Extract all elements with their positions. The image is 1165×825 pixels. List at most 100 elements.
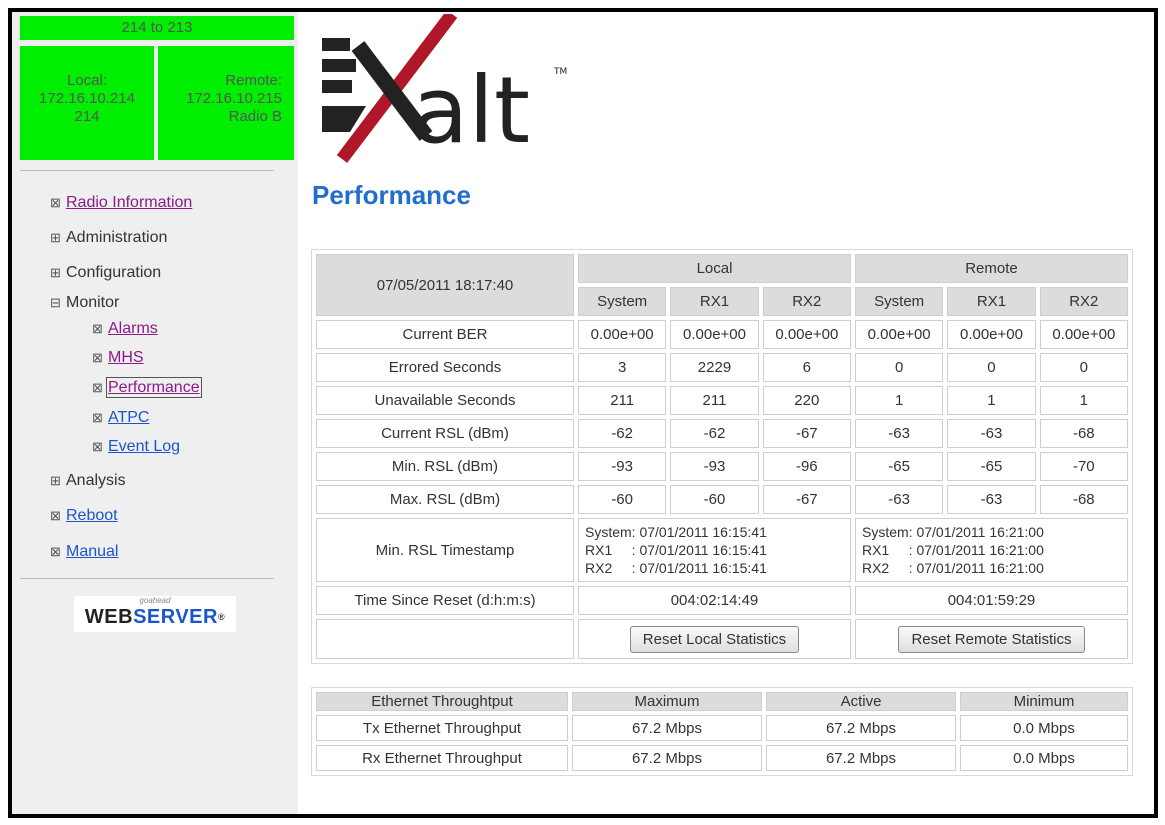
nav-mhs[interactable]: ⊠ MHS xyxy=(92,349,144,367)
expand-plus-icon[interactable]: ⊞ xyxy=(50,265,62,281)
subheader: RX1 xyxy=(670,287,759,316)
logo-text: alt xyxy=(412,57,530,164)
table-cell: 220 xyxy=(762,386,851,415)
table-cell: 0.00e+00 xyxy=(854,320,944,349)
timestamp-line: System: 07/01/2011 16:21:00 xyxy=(861,524,1044,540)
nav-alarms-link[interactable]: Alarms xyxy=(108,320,158,337)
table-cell: 0.00e+00 xyxy=(762,320,851,349)
nav-configuration[interactable]: ⊞ Configuration xyxy=(50,264,161,282)
table-row: Min. RSL Timestamp System: 07/01/2011 16… xyxy=(316,518,1128,582)
table-cell: 67.2 Mbps xyxy=(766,745,956,771)
nav-administration-label[interactable]: Administration xyxy=(66,229,167,246)
webserver-logo: goahead WEBSERVER® xyxy=(74,596,236,632)
table-row: Min. RSL (dBm) -93 -93 -96 -65 -65 -70 xyxy=(316,452,1128,481)
subheader: System xyxy=(578,287,667,316)
table-cell: -63 xyxy=(854,485,944,514)
nav-event-log-link[interactable]: Event Log xyxy=(108,438,180,455)
nav-manual[interactable]: ⊠ Manual xyxy=(50,543,118,561)
table-cell: -63 xyxy=(854,419,944,448)
table-cell: 0 xyxy=(1039,353,1128,382)
link-banner: 214 to 213 xyxy=(20,16,294,40)
nav-monitor-label[interactable]: Monitor xyxy=(66,294,119,311)
nav-alarms[interactable]: ⊠ Alarms xyxy=(92,320,158,338)
nav-reboot[interactable]: ⊠ Reboot xyxy=(50,507,118,525)
row-label: Current BER xyxy=(316,320,574,349)
reset-local-cell: Reset Local Statistics xyxy=(578,619,851,659)
table-cell: 1 xyxy=(854,386,944,415)
table-cell: -62 xyxy=(670,419,759,448)
table-cell: -67 xyxy=(762,485,851,514)
local-min-rsl-timestamp: System: 07/01/2011 16:15:41 RX1 : 07/01/… xyxy=(578,518,851,582)
nav-performance-link[interactable]: Performance xyxy=(106,377,202,398)
page-title: Performance xyxy=(312,180,471,210)
local-label: Local: xyxy=(66,72,108,89)
table-row: Tx Ethernet Throughput 67.2 Mbps 67.2 Mb… xyxy=(316,715,1128,741)
reset-remote-statistics-button[interactable]: Reset Remote Statistics xyxy=(898,625,1085,653)
reset-remote-cell: Reset Remote Statistics xyxy=(854,619,1128,659)
leaf-box-icon: ⊠ xyxy=(92,350,103,365)
collapse-box-icon: ⊠ xyxy=(50,195,61,210)
table-cell: 67.2 Mbps xyxy=(572,745,762,771)
nav-monitor[interactable]: ⊟ Monitor xyxy=(50,294,119,312)
table-cell: 67.2 Mbps xyxy=(572,715,762,741)
reset-local-statistics-button[interactable]: Reset Local Statistics xyxy=(629,625,800,653)
nav-event-log[interactable]: ⊠ Event Log xyxy=(92,438,180,456)
row-label: Current RSL (dBm) xyxy=(316,419,574,448)
nav-configuration-label[interactable]: Configuration xyxy=(66,264,161,281)
expand-plus-icon[interactable]: ⊞ xyxy=(50,473,62,489)
table-cell: -65 xyxy=(854,452,944,481)
local-header: Local xyxy=(578,254,851,283)
nav-atpc-link[interactable]: ATPC xyxy=(108,409,149,426)
timestamp-line: System: 07/01/2011 16:15:41 xyxy=(585,524,767,540)
nav-radio-information-link[interactable]: Radio Information xyxy=(66,194,192,211)
table-row: Unavailable Seconds 211 211 220 1 1 1 xyxy=(316,386,1128,415)
table-cell: 0.00e+00 xyxy=(1039,320,1128,349)
timestamp-line: RX1 : 07/01/2011 16:15:41 xyxy=(585,542,767,558)
row-label: Min. RSL Timestamp xyxy=(316,518,574,582)
table-cell: 6 xyxy=(762,353,851,382)
table-cell: 0.0 Mbps xyxy=(960,715,1128,741)
subheader: System xyxy=(854,287,944,316)
nav-performance[interactable]: ⊠ Performance xyxy=(92,377,202,398)
collapse-minus-icon[interactable]: ⊟ xyxy=(50,295,62,311)
table-row: Current RSL (dBm) -62 -62 -67 -63 -63 -6… xyxy=(316,419,1128,448)
logo-bar xyxy=(322,38,350,51)
table-cell: -93 xyxy=(670,452,759,481)
remote-name: Radio B xyxy=(228,108,282,125)
table-cell: -63 xyxy=(947,485,1036,514)
table-cell: 67.2 Mbps xyxy=(766,715,956,741)
nav-radio-information[interactable]: ⊠ Radio Information xyxy=(50,194,192,212)
table-row: Reset Local Statistics Reset Remote Stat… xyxy=(316,619,1128,659)
table-cell: -68 xyxy=(1039,419,1128,448)
leaf-box-icon: ⊠ xyxy=(92,410,103,425)
ethernet-table: Ethernet Throughtput Maximum Active Mini… xyxy=(311,687,1133,776)
remote-ip: 172.16.10.215 xyxy=(186,90,282,107)
browser-frame: 214 to 213 Local: 172.16.10.214 214 Remo… xyxy=(8,8,1158,818)
logo-tm: TM xyxy=(553,67,567,77)
table-cell: 211 xyxy=(578,386,667,415)
timestamp-line: RX2 : 07/01/2011 16:15:41 xyxy=(585,560,767,576)
nav-atpc[interactable]: ⊠ ATPC xyxy=(92,409,149,427)
leaf-box-icon: ⊠ xyxy=(50,544,61,559)
nav-administration[interactable]: ⊞ Administration xyxy=(50,229,167,247)
row-label: Errored Seconds xyxy=(316,353,574,382)
logo-bar xyxy=(322,59,356,72)
expand-plus-icon[interactable]: ⊞ xyxy=(50,230,62,246)
ethernet-header: Minimum xyxy=(960,692,1128,711)
table-cell: -60 xyxy=(670,485,759,514)
exalt-logo: alt TM xyxy=(322,14,567,164)
leaf-box-icon: ⊠ xyxy=(92,380,103,395)
nav-mhs-link[interactable]: MHS xyxy=(108,349,144,366)
nav-analysis-label[interactable]: Analysis xyxy=(66,472,126,489)
nav-reboot-link[interactable]: Reboot xyxy=(66,507,118,524)
table-cell: -70 xyxy=(1039,452,1128,481)
row-label: Max. RSL (dBm) xyxy=(316,485,574,514)
remote-label: Remote: xyxy=(225,72,282,89)
table-cell: -63 xyxy=(947,419,1036,448)
nav-analysis[interactable]: ⊞ Analysis xyxy=(50,472,126,490)
remote-header: Remote xyxy=(854,254,1128,283)
table-cell: -60 xyxy=(578,485,667,514)
nav-manual-link[interactable]: Manual xyxy=(66,543,118,560)
divider xyxy=(20,578,274,579)
timestamp-line: RX2 : 07/01/2011 16:21:00 xyxy=(861,560,1044,576)
